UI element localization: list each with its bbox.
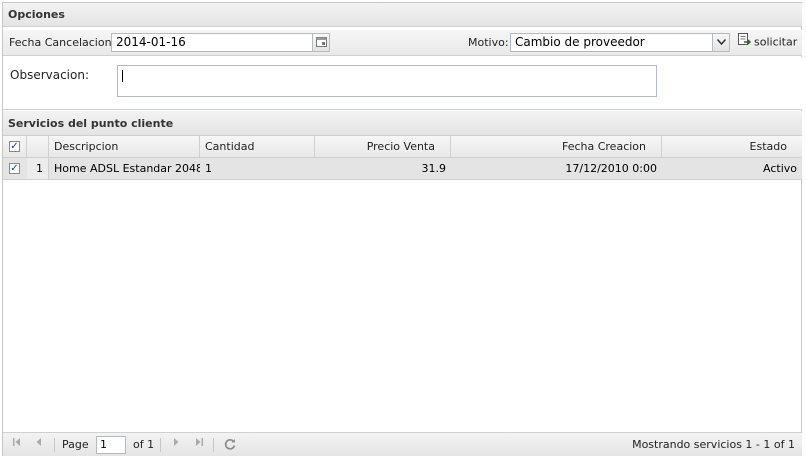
page-label: Page bbox=[62, 438, 89, 451]
text-caret bbox=[122, 70, 123, 82]
observacion-area: Observacion: bbox=[3, 57, 802, 110]
cell-estado: Activo bbox=[763, 162, 797, 175]
column-header-cantidad[interactable]: Cantidad bbox=[200, 136, 315, 157]
cell-cantidad: 1 bbox=[205, 162, 212, 175]
solicitar-button[interactable]: solicitar bbox=[735, 32, 797, 52]
cell-descripcion: Home ADSL Estandar 2048 bbox=[54, 162, 200, 175]
last-page-icon[interactable] bbox=[191, 437, 207, 453]
calendar-icon[interactable] bbox=[312, 34, 329, 51]
observacion-input[interactable] bbox=[117, 65, 657, 97]
first-page-icon[interactable] bbox=[9, 437, 25, 453]
cell-precio: 31.9 bbox=[421, 162, 447, 175]
row-checkbox[interactable]: ✓ bbox=[9, 163, 20, 174]
paging-toolbar: Page 1 of 1 Mostrando servicios 1 - 1 of… bbox=[3, 432, 802, 456]
table-row[interactable]: ✓ 1 Home ADSL Estandar 2048 1 31.9 17/12… bbox=[3, 158, 802, 180]
fecha-cancelacion-label: Fecha Cancelacion: bbox=[9, 36, 116, 49]
fecha-cancelacion-value: 2014-01-16 bbox=[116, 35, 186, 49]
solicitar-label: solicitar bbox=[754, 35, 798, 49]
observacion-label: Observacion: bbox=[10, 68, 90, 82]
pager-separator bbox=[213, 438, 214, 452]
pager-separator bbox=[160, 438, 161, 452]
select-all-column[interactable]: ✓ bbox=[3, 136, 27, 157]
pager-separator bbox=[54, 438, 55, 452]
column-header-descripcion[interactable]: Descripcion bbox=[49, 136, 200, 157]
row-number: 1 bbox=[27, 158, 49, 179]
column-header-estado[interactable]: Estado bbox=[662, 136, 802, 157]
display-message: Mostrando servicios 1 - 1 of 1 bbox=[632, 438, 795, 451]
grid-header: ✓ Descripcion Cantidad Precio Venta Fech… bbox=[3, 136, 802, 158]
next-page-icon[interactable] bbox=[168, 437, 184, 453]
options-toolbar: Fecha Cancelacion: 2014-01-16 Motivo: Ca… bbox=[3, 30, 802, 56]
fecha-cancelacion-field[interactable]: 2014-01-16 bbox=[111, 33, 330, 52]
services-panel-title: Servicios del punto cliente bbox=[3, 111, 802, 136]
column-header-precio[interactable]: Precio Venta bbox=[315, 136, 451, 157]
page-number-input[interactable]: 1 bbox=[96, 436, 126, 454]
page-count: of 1 bbox=[133, 438, 155, 451]
cell-fecha: 17/12/2010 0:00 bbox=[565, 162, 657, 175]
solicitar-icon bbox=[737, 32, 751, 53]
prev-page-icon[interactable] bbox=[31, 437, 47, 453]
select-all-checkbox[interactable]: ✓ bbox=[9, 141, 20, 152]
chevron-down-icon[interactable] bbox=[712, 34, 729, 51]
motivo-label: Motivo: bbox=[468, 36, 509, 49]
column-header-fecha[interactable]: Fecha Creacion bbox=[451, 136, 662, 157]
motivo-value: Cambio de proveedor bbox=[515, 35, 645, 49]
rownum-column-header bbox=[27, 136, 49, 157]
refresh-icon[interactable] bbox=[222, 437, 238, 453]
motivo-select[interactable]: Cambio de proveedor bbox=[510, 33, 730, 52]
options-panel-title: Opciones bbox=[3, 3, 802, 27]
